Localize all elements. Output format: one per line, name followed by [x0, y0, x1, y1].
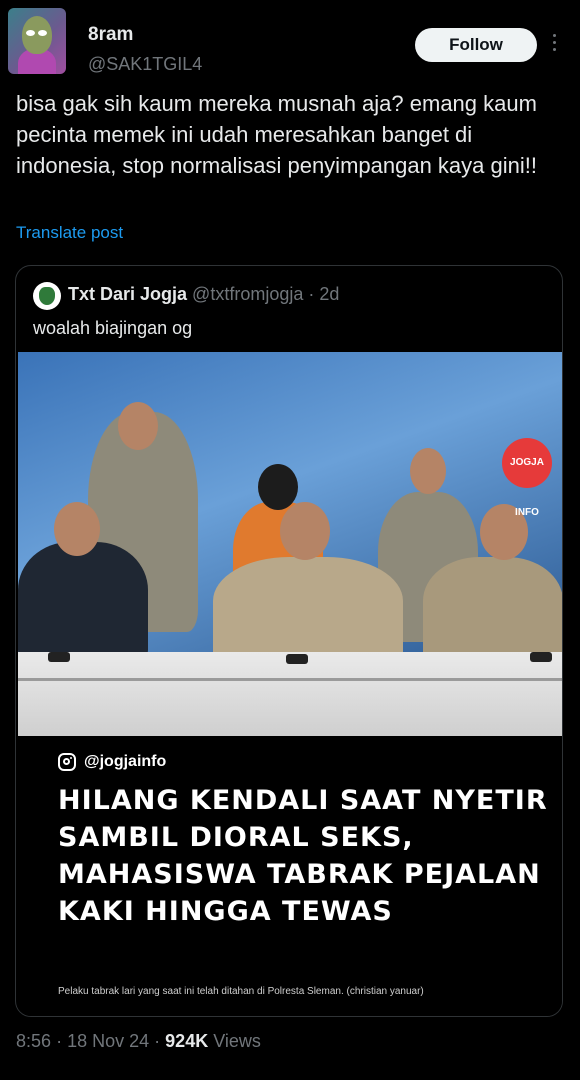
quoted-author-handle: @txtfromjogja — [192, 284, 304, 304]
views-count: 924K — [165, 1031, 209, 1051]
quoted-separator: · — [308, 284, 315, 304]
instagram-source: @jogjainfo — [58, 750, 166, 774]
officer-figure — [18, 542, 148, 662]
officer-figure — [423, 557, 562, 667]
microphone — [48, 652, 70, 662]
quoted-avatar — [33, 282, 61, 310]
quoted-post[interactable]: Txt Dari Jogja @txtfromjogja · 2d woalah… — [15, 265, 563, 1017]
press-table — [18, 652, 562, 736]
image-caption-card: @jogjainfo HILANG KENDALI SAAT NYETIR SA… — [18, 736, 562, 1016]
quoted-age: 2d — [319, 284, 340, 304]
microphone — [286, 654, 308, 664]
views-label: Views — [213, 1031, 261, 1051]
author-name[interactable]: 8ram — [88, 24, 133, 46]
post-text: bisa gak sih kaum mereka musnah aja? ema… — [16, 91, 537, 178]
translate-post-link[interactable]: Translate post — [16, 223, 123, 243]
officer-figure — [213, 557, 403, 667]
suspect-head — [258, 464, 298, 510]
instagram-icon — [58, 753, 76, 771]
instagram-handle: @jogjainfo — [84, 753, 167, 770]
quoted-text: woalah biajingan og — [33, 318, 193, 338]
separator: · — [56, 1031, 63, 1051]
avatar[interactable] — [8, 8, 66, 74]
author-handle[interactable]: @SAK1TGIL4 — [88, 54, 202, 75]
follow-button[interactable]: Follow — [415, 28, 537, 62]
officer-head — [54, 502, 100, 556]
officer-head — [280, 502, 330, 560]
photo-caption: Pelaku tabrak lari yang saat ini telah d… — [58, 986, 424, 997]
officer-head — [118, 402, 158, 450]
news-headline: HILANG KENDALI SAAT NYETIR SAMBIL DIORAL… — [58, 785, 548, 927]
microphone — [530, 652, 552, 662]
more-vertical-icon[interactable] — [548, 30, 560, 60]
quoted-author-name: Txt Dari Jogja — [68, 284, 188, 304]
post-date[interactable]: 18 Nov 24 — [67, 1031, 149, 1051]
post-time[interactable]: 8:56 — [16, 1031, 51, 1051]
jogjainfo-logo: JOGJA INFO — [502, 438, 552, 518]
officer-head — [410, 448, 446, 494]
quoted-photo[interactable]: JOGJA INFO — [18, 352, 562, 736]
post-header: 8ram @SAK1TGIL4 Follow — [8, 8, 580, 78]
separator: · — [154, 1031, 161, 1051]
quoted-meta: Txt Dari Jogja @txtfromjogja · 2d — [68, 284, 339, 305]
post-footer: 8:56 · 18 Nov 24 · 924K Views — [16, 1031, 261, 1052]
